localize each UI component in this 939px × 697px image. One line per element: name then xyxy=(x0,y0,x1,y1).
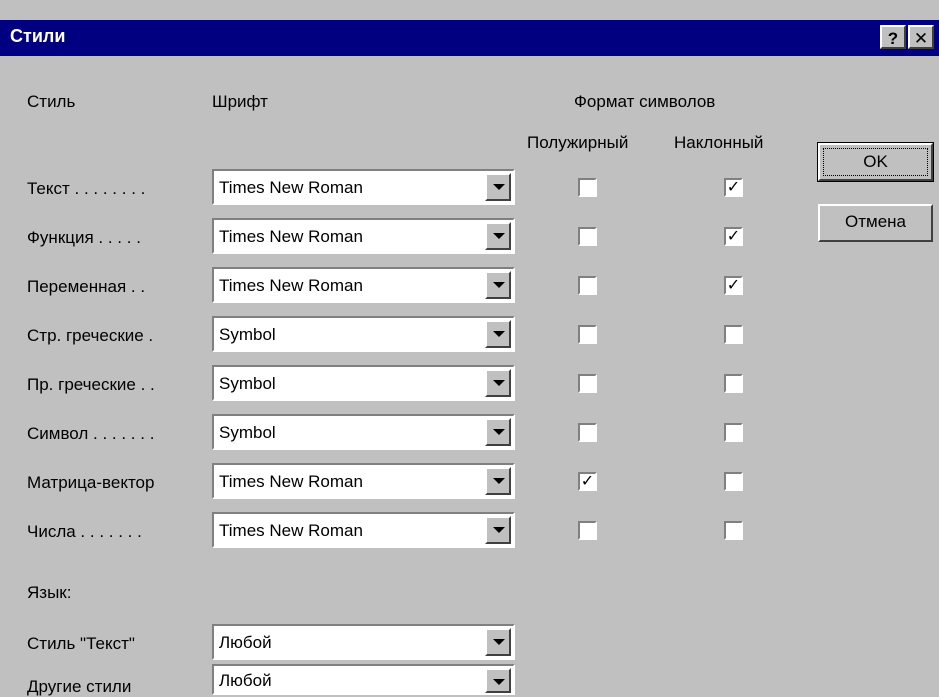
style-label-text: Текст . . . . . . . . xyxy=(27,179,146,198)
help-button[interactable]: ? xyxy=(880,25,906,49)
style-label-symbol: Символ . . . . . . . xyxy=(27,424,155,443)
italic-checkbox-numbers[interactable] xyxy=(724,521,743,540)
language-heading: Язык: xyxy=(27,583,72,602)
font-select-function[interactable]: Times New Roman xyxy=(212,218,515,254)
italic-checkbox-variable[interactable]: ✓ xyxy=(724,276,743,295)
bold-checkbox-variable[interactable] xyxy=(578,276,597,295)
style-label-variable: Переменная . . xyxy=(27,277,146,296)
dropdown-arrow-icon[interactable] xyxy=(485,222,511,250)
language-value: Любой xyxy=(219,671,272,690)
font-value: Symbol xyxy=(219,423,276,442)
italic-checkbox-matrix-vector[interactable] xyxy=(724,472,743,491)
cancel-button[interactable]: Отмена xyxy=(818,204,933,242)
bold-checkbox-symbol[interactable] xyxy=(578,423,597,442)
style-label-lowercase-greek: Стр. греческие . xyxy=(27,326,154,345)
bold-column-header: Полужирный xyxy=(527,133,629,152)
dropdown-arrow-icon[interactable] xyxy=(485,369,511,397)
window-title: Стили xyxy=(10,26,66,46)
dropdown-arrow-icon[interactable] xyxy=(485,467,511,495)
italic-checkbox-function[interactable]: ✓ xyxy=(724,227,743,246)
font-column-header: Шрифт xyxy=(212,92,268,111)
character-format-header: Формат символов xyxy=(574,92,716,111)
italic-checkbox-lowercase-greek[interactable] xyxy=(724,325,743,344)
cancel-label: Отмена xyxy=(845,212,906,231)
close-button[interactable]: ✕ xyxy=(908,25,934,49)
dropdown-arrow-icon[interactable] xyxy=(485,668,511,693)
language-value: Любой xyxy=(219,633,272,652)
dropdown-arrow-icon[interactable] xyxy=(485,320,511,348)
style-label-function: Функция . . . . . xyxy=(27,228,141,247)
dropdown-arrow-icon[interactable] xyxy=(485,271,511,299)
font-value: Times New Roman xyxy=(219,227,363,246)
other-styles-language-select[interactable]: Любой xyxy=(212,664,515,695)
dropdown-arrow-icon[interactable] xyxy=(485,628,511,656)
italic-checkbox-symbol[interactable] xyxy=(724,423,743,442)
style-label-matrix-vector: Матрица-вектор xyxy=(27,473,155,492)
title-bar: Стили ? ✕ xyxy=(0,20,939,56)
bold-checkbox-numbers[interactable] xyxy=(578,521,597,540)
font-value: Times New Roman xyxy=(219,276,363,295)
other-styles-language-label: Другие стили xyxy=(27,677,132,696)
font-value: Symbol xyxy=(219,374,276,393)
close-icon: ✕ xyxy=(913,29,929,48)
font-select-variable[interactable]: Times New Roman xyxy=(212,267,515,303)
font-value: Times New Roman xyxy=(219,521,363,540)
font-select-uppercase-greek[interactable]: Symbol xyxy=(212,365,515,401)
font-select-symbol[interactable]: Symbol xyxy=(212,414,515,450)
ok-button[interactable]: OK xyxy=(817,142,934,182)
help-icon: ? xyxy=(887,29,899,48)
dropdown-arrow-icon[interactable] xyxy=(485,173,511,201)
font-select-lowercase-greek[interactable]: Symbol xyxy=(212,316,515,352)
font-select-numbers[interactable]: Times New Roman xyxy=(212,512,515,548)
font-value: Times New Roman xyxy=(219,472,363,491)
font-select-text[interactable]: Times New Roman xyxy=(212,169,515,205)
font-value: Symbol xyxy=(219,325,276,344)
ok-label: OK xyxy=(823,148,928,176)
font-select-matrix-vector[interactable]: Times New Roman xyxy=(212,463,515,499)
style-column-header: Стиль xyxy=(27,92,76,111)
bold-checkbox-uppercase-greek[interactable] xyxy=(578,374,597,393)
bold-checkbox-lowercase-greek[interactable] xyxy=(578,325,597,344)
text-style-language-label: Стиль "Текст" xyxy=(27,634,135,653)
italic-column-header: Наклонный xyxy=(674,133,764,152)
style-label-uppercase-greek: Пр. греческие . . xyxy=(27,375,155,394)
italic-checkbox-text[interactable]: ✓ xyxy=(724,178,743,197)
bold-checkbox-matrix-vector[interactable]: ✓ xyxy=(578,472,597,491)
dropdown-arrow-icon[interactable] xyxy=(485,516,511,544)
font-value: Times New Roman xyxy=(219,178,363,197)
bold-checkbox-function[interactable] xyxy=(578,227,597,246)
text-style-language-select[interactable]: Любой xyxy=(212,624,515,660)
italic-checkbox-uppercase-greek[interactable] xyxy=(724,374,743,393)
bold-checkbox-text[interactable] xyxy=(578,178,597,197)
dropdown-arrow-icon[interactable] xyxy=(485,418,511,446)
style-label-numbers: Числа . . . . . . . xyxy=(27,522,142,541)
